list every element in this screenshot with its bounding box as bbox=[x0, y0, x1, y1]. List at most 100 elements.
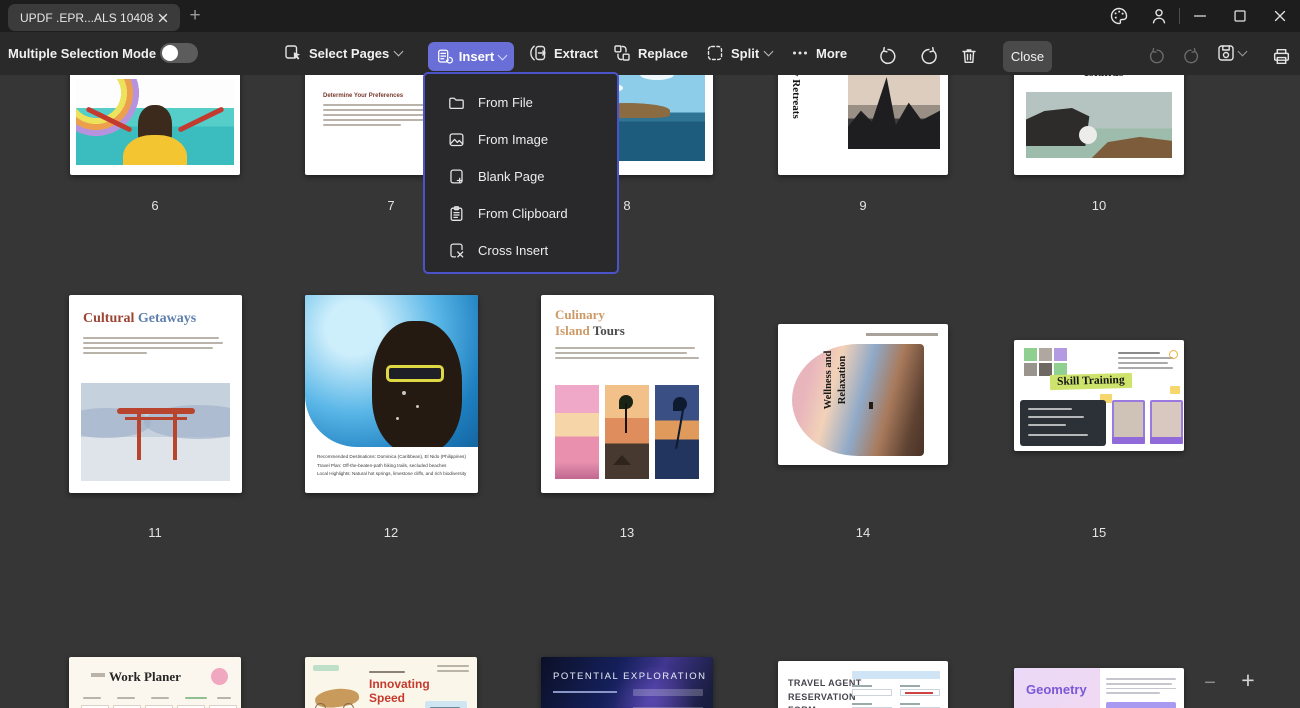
thumbnail-title: Cultural Getaways bbox=[83, 311, 197, 326]
page-number: 11 bbox=[148, 525, 162, 540]
torii-gate-photo bbox=[81, 383, 230, 481]
blank-page-icon bbox=[450, 169, 463, 184]
menu-item-from-file[interactable]: From File bbox=[425, 84, 617, 121]
thumbnail-text-lines: Recommended Destinations: Dominica (Cari… bbox=[317, 454, 467, 477]
page-thumbnail-10[interactable]: Islands bbox=[1014, 75, 1184, 175]
page-number: 13 bbox=[619, 525, 635, 540]
page-thumbnail-20[interactable]: Geometry bbox=[1014, 668, 1184, 708]
document-tab[interactable]: UPDF .EPR...ALS 10408 bbox=[8, 4, 180, 31]
organize-toolbar: Multiple Selection Mode Select Pages Ins… bbox=[0, 32, 1300, 75]
redo-button[interactable] bbox=[914, 41, 944, 71]
document-tab-title: UPDF .EPR...ALS 10408 bbox=[20, 10, 154, 25]
undo-button[interactable] bbox=[872, 41, 902, 71]
window-close-button[interactable] bbox=[1260, 0, 1300, 32]
page-number: 6 bbox=[151, 198, 159, 213]
insert-button[interactable]: Insert bbox=[428, 42, 514, 71]
page-number: 7 bbox=[387, 198, 395, 213]
thumbnail-title: Geometry bbox=[1026, 682, 1087, 697]
page-thumbnail-19[interactable]: TRAVEL AGENT RESERVATION FORM bbox=[778, 661, 948, 708]
undo-disabled-button[interactable] bbox=[1141, 41, 1171, 71]
cross-insert-icon bbox=[450, 243, 464, 258]
thumbnail-text-lines bbox=[1106, 678, 1176, 697]
photo-frame bbox=[1150, 400, 1183, 444]
trash-icon bbox=[962, 49, 976, 63]
palm-sunset-photo bbox=[605, 385, 649, 479]
minimize-button[interactable] bbox=[1180, 0, 1220, 32]
page-thumbnail-18[interactable]: POTENTIAL EXPLORATION bbox=[541, 657, 713, 708]
zoom-in-button[interactable]: + bbox=[1233, 667, 1263, 693]
more-button[interactable]: More bbox=[790, 38, 847, 68]
replace-icon bbox=[614, 45, 630, 61]
split-button[interactable]: Split bbox=[705, 38, 774, 68]
page-thumbnail-15[interactable]: Skill Training bbox=[1014, 340, 1184, 451]
save-button[interactable] bbox=[1216, 38, 1248, 68]
menu-item-from-clipboard[interactable]: From Clipboard bbox=[425, 195, 617, 232]
palm-silhouette-photo bbox=[655, 385, 699, 479]
updf-window: HOTEL UTOPIA Determine Your Preferences bbox=[0, 0, 1300, 708]
menu-item-blank-page[interactable]: Blank Page bbox=[425, 158, 617, 195]
insert-dropdown-menu: From File From Image Blank Page From Cli… bbox=[423, 72, 619, 274]
page-thumbnail-17[interactable]: Innovating Speed bbox=[305, 657, 477, 708]
redo-disabled-button[interactable] bbox=[1176, 41, 1206, 71]
page-number: 9 bbox=[859, 198, 867, 213]
diver-photo bbox=[305, 295, 478, 447]
extract-button[interactable]: Extract bbox=[528, 38, 598, 68]
more-icon bbox=[793, 51, 807, 55]
thumbnail-text-lines bbox=[83, 337, 223, 357]
page-thumbnail-16[interactable]: Work Planer bbox=[69, 657, 241, 708]
clipboard-icon bbox=[450, 206, 463, 221]
multiple-selection-toggle[interactable] bbox=[160, 43, 198, 63]
close-organize-button[interactable]: Close bbox=[1003, 41, 1052, 72]
print-button[interactable] bbox=[1266, 41, 1296, 71]
palette-icon bbox=[1110, 7, 1128, 25]
save-icon bbox=[1218, 45, 1234, 61]
chalkboard-art bbox=[1020, 400, 1106, 446]
photo-frame bbox=[1112, 400, 1145, 444]
user-icon bbox=[1152, 9, 1166, 24]
folder-icon bbox=[449, 97, 464, 109]
chevron-down-icon bbox=[763, 46, 774, 57]
zoom-out-button[interactable]: − bbox=[1195, 670, 1225, 696]
split-icon bbox=[707, 45, 723, 61]
sunset-photo bbox=[555, 385, 599, 479]
thumbnail-title: y Retreats bbox=[790, 75, 802, 119]
maximize-button[interactable] bbox=[1220, 0, 1260, 32]
delete-pages-button[interactable] bbox=[954, 41, 984, 71]
thumbnail-title: Wellness and Relaxation bbox=[823, 350, 848, 410]
insert-icon bbox=[437, 49, 453, 64]
page-thumbnail-9[interactable]: y Retreats bbox=[778, 75, 948, 175]
menu-item-cross-insert[interactable]: Cross Insert bbox=[425, 232, 617, 269]
page-thumbnail-6[interactable]: HOTEL UTOPIA bbox=[70, 75, 240, 175]
slide-table bbox=[633, 689, 703, 708]
extract-icon bbox=[530, 45, 546, 61]
thumbnail-text-lines bbox=[555, 347, 699, 362]
sun-icon bbox=[1169, 350, 1178, 359]
titlebar: UPDF .EPR...ALS 10408 + bbox=[0, 0, 1300, 32]
tab-close-icon[interactable] bbox=[154, 9, 172, 27]
rock-arch-photo bbox=[1026, 92, 1172, 158]
page-number: 12 bbox=[383, 525, 399, 540]
page-number: 15 bbox=[1091, 525, 1107, 540]
page-thumbnail-11[interactable]: Cultural Getaways bbox=[69, 295, 242, 493]
page-number: 14 bbox=[855, 525, 871, 540]
theme-palette-button[interactable] bbox=[1099, 0, 1139, 32]
image-icon bbox=[449, 133, 464, 147]
account-button[interactable] bbox=[1139, 0, 1179, 32]
callout-panel bbox=[425, 701, 467, 708]
replace-button[interactable]: Replace bbox=[612, 38, 688, 68]
toggle-knob bbox=[162, 45, 178, 61]
thumbnail-title: POTENTIAL EXPLORATION bbox=[553, 671, 707, 682]
menu-item-from-image[interactable]: From Image bbox=[425, 121, 617, 158]
thumbnail-title: Culinary Island Tours bbox=[555, 307, 625, 339]
page-thumbnail-14[interactable]: Wellness and Relaxation bbox=[778, 324, 948, 465]
multiple-selection-mode-label: Multiple Selection Mode bbox=[8, 45, 157, 61]
thumbnail-title: Work Planer bbox=[109, 669, 181, 684]
kayak-photo bbox=[76, 79, 234, 165]
page-thumbnail-13[interactable]: Culinary Island Tours bbox=[541, 295, 714, 493]
page-thumbnail-12[interactable]: Recommended Destinations: Dominica (Cari… bbox=[305, 295, 478, 493]
sea-stacks-photo bbox=[848, 75, 940, 149]
thumbnail-title: Islands bbox=[1084, 75, 1124, 80]
thumbnail-title: Innovating Speed bbox=[369, 677, 430, 706]
new-tab-button[interactable]: + bbox=[182, 3, 208, 29]
select-pages-button[interactable]: Select Pages bbox=[283, 38, 404, 68]
